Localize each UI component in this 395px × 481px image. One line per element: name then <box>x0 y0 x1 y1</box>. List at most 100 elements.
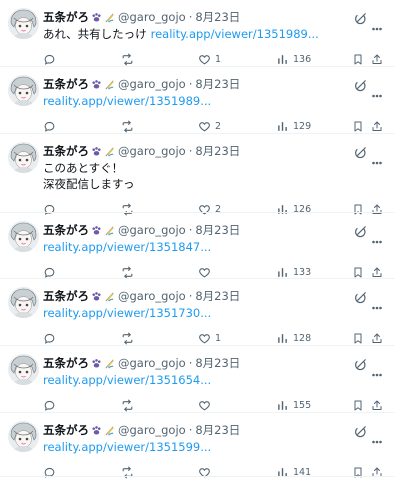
display-name[interactable]: 五条がろ <box>43 144 89 158</box>
tweet-actions: 2 126 <box>0 200 395 218</box>
divider <box>0 212 395 213</box>
user-handle[interactable]: @garo_gojo <box>118 144 186 158</box>
more-icon[interactable] <box>372 229 382 244</box>
separator: · <box>188 423 193 437</box>
divider <box>0 133 395 134</box>
tweet-date[interactable]: 8月23日 <box>195 289 240 303</box>
tweet-link[interactable]: reality.app/viewer/1351599... <box>43 439 211 455</box>
avatar[interactable] <box>8 221 39 252</box>
avatar[interactable] <box>8 8 39 39</box>
tweet-date[interactable]: 8月23日 <box>195 77 240 91</box>
divider <box>0 66 395 67</box>
retweet-button[interactable] <box>120 463 135 481</box>
tweet-text-row: あれ、共有したっけ reality.app/viewer/1351989... <box>43 26 319 42</box>
tweet-date[interactable]: 8月23日 <box>195 356 240 370</box>
grok-icon[interactable] <box>353 11 367 25</box>
action-count: 133 <box>293 266 312 278</box>
avatar[interactable] <box>8 287 39 318</box>
bookmark-icon <box>352 203 364 216</box>
reply-icon <box>43 203 56 216</box>
avatar[interactable] <box>8 142 39 173</box>
grok-icon[interactable] <box>353 224 367 238</box>
retweet-button[interactable] <box>120 200 135 218</box>
like-button[interactable]: 2 <box>198 200 221 218</box>
more-icon[interactable] <box>372 83 382 98</box>
brush-emoji-icon <box>104 225 115 239</box>
action-count: 128 <box>293 332 312 344</box>
more-icon[interactable] <box>372 362 382 377</box>
bookmark-icon <box>352 399 364 412</box>
display-name[interactable]: 五条がろ <box>43 289 89 303</box>
tweet-link[interactable]: reality.app/viewer/1351654... <box>43 372 211 388</box>
tweet-link[interactable]: reality.app/viewer/1351989... <box>43 93 211 109</box>
more-icon[interactable] <box>372 429 382 444</box>
display-name[interactable]: 五条がろ <box>43 77 89 91</box>
grok-icon[interactable] <box>353 78 367 92</box>
views-button[interactable]: 126 <box>276 200 311 218</box>
bookmark-icon <box>352 53 364 66</box>
brush-emoji-icon <box>104 425 115 439</box>
action-count: 2 <box>215 120 222 132</box>
user-handle[interactable]: @garo_gojo <box>118 356 186 370</box>
bookmark-button[interactable] <box>352 463 364 481</box>
bookmark-button[interactable] <box>352 200 364 218</box>
user-handle[interactable]: @garo_gojo <box>118 223 186 237</box>
tweet-date[interactable]: 8月23日 <box>195 423 240 437</box>
separator: · <box>188 223 193 237</box>
reply-button[interactable] <box>43 463 56 481</box>
display-name[interactable]: 五条がろ <box>43 356 89 370</box>
tweet-text-line: あれ、共有したっけ <box>43 27 147 41</box>
action-count: 136 <box>293 53 312 65</box>
retweet-icon <box>120 399 135 412</box>
views-icon <box>276 332 289 345</box>
paw-emoji-icon <box>91 225 102 239</box>
views-icon <box>276 203 289 216</box>
user-handle[interactable]: @garo_gojo <box>118 77 186 91</box>
user-handle[interactable]: @garo_gojo <box>118 423 186 437</box>
heart-icon <box>198 399 211 412</box>
grok-icon[interactable] <box>353 357 367 371</box>
display-name[interactable]: 五条がろ <box>43 223 89 237</box>
display-name[interactable]: 五条がろ <box>43 10 89 24</box>
avatar[interactable] <box>8 421 39 452</box>
like-button[interactable] <box>198 463 211 481</box>
grok-icon[interactable] <box>353 424 367 438</box>
action-count: 155 <box>293 399 312 411</box>
tweet-link[interactable]: reality.app/viewer/1351847... <box>43 239 211 255</box>
tweet-date[interactable]: 8月23日 <box>195 144 240 158</box>
grok-icon[interactable] <box>353 290 367 304</box>
share-button[interactable] <box>371 200 383 218</box>
display-name[interactable]: 五条がろ <box>43 423 89 437</box>
tweet-text: reality.app/viewer/1351730... <box>43 305 211 321</box>
tweet-date[interactable]: 8月23日 <box>195 223 240 237</box>
reply-icon <box>43 53 56 66</box>
heart-icon <box>198 53 211 66</box>
views-button[interactable]: 141 <box>276 463 311 481</box>
more-icon[interactable] <box>372 16 382 31</box>
user-handle[interactable]: @garo_gojo <box>118 10 186 24</box>
reply-icon <box>43 266 56 279</box>
tweet-link[interactable]: reality.app/viewer/1351730... <box>43 305 211 321</box>
avatar[interactable] <box>8 354 39 385</box>
bookmark-icon <box>352 332 364 345</box>
action-count: 129 <box>293 120 312 132</box>
share-icon <box>371 266 383 279</box>
heart-icon <box>198 266 211 279</box>
paw-emoji-icon <box>91 425 102 439</box>
divider <box>0 278 395 279</box>
separator: · <box>188 289 193 303</box>
reply-button[interactable] <box>43 200 56 218</box>
retweet-icon <box>120 332 135 345</box>
tweet-date[interactable]: 8月23日 <box>195 10 240 24</box>
more-icon[interactable] <box>372 150 382 165</box>
tweet-link[interactable]: reality.app/viewer/1351989... <box>151 27 319 41</box>
more-icon[interactable] <box>372 295 382 310</box>
grok-icon[interactable] <box>353 145 367 159</box>
user-handle[interactable]: @garo_gojo <box>118 289 186 303</box>
retweet-icon <box>120 266 135 279</box>
separator: · <box>188 10 193 24</box>
brush-emoji-icon <box>104 79 115 93</box>
tweet-text: reality.app/viewer/1351847... <box>43 239 211 255</box>
avatar[interactable] <box>8 75 39 106</box>
share-button[interactable] <box>371 463 383 481</box>
